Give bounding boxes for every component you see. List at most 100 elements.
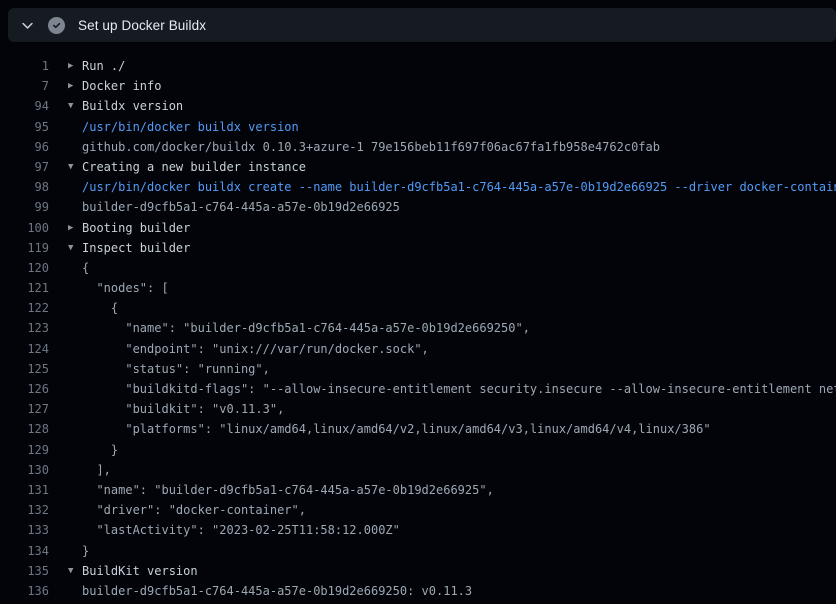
chevron-down-icon: ▼	[68, 561, 82, 581]
line-number[interactable]: 97	[0, 157, 49, 177]
log-line: 134 }	[0, 541, 836, 561]
arrow-placeholder	[68, 258, 82, 278]
log-line: 95 /usr/bin/docker buildx version	[0, 117, 836, 137]
line-number[interactable]: 126	[0, 379, 49, 399]
log-line-text: "name": "builder-d9cfb5a1-c764-445a-a57e…	[82, 480, 494, 500]
log-line: 122 {	[0, 298, 836, 318]
chevron-down-icon: ▼	[68, 157, 82, 177]
log-line[interactable]: 94 ▼ Buildx version	[0, 96, 836, 116]
step-title: Set up Docker Buildx	[78, 18, 206, 33]
log-line-text: builder-d9cfb5a1-c764-445a-a57e-0b19d2e6…	[82, 197, 400, 217]
arrow-placeholder	[68, 117, 82, 137]
log-line: 132 "driver": "docker-container",	[0, 500, 836, 520]
line-number[interactable]: 131	[0, 480, 49, 500]
line-number[interactable]: 122	[0, 298, 49, 318]
line-number[interactable]: 124	[0, 339, 49, 359]
log-line-text: {	[82, 258, 89, 278]
log-line: 133 "lastActivity": "2023-02-25T11:58:12…	[0, 520, 836, 540]
line-number[interactable]: 98	[0, 177, 49, 197]
log-line: 98 /usr/bin/docker buildx create --name …	[0, 177, 836, 197]
line-number[interactable]: 134	[0, 541, 49, 561]
log-line[interactable]: 100 ▶ Booting builder	[0, 218, 836, 238]
chevron-down-icon: ▼	[68, 96, 82, 116]
log-line-text: {	[82, 298, 118, 318]
arrow-placeholder	[68, 339, 82, 359]
line-number[interactable]: 119	[0, 238, 49, 258]
log-line: 99 builder-d9cfb5a1-c764-445a-a57e-0b19d…	[0, 197, 836, 217]
log-line-text: "name": "builder-d9cfb5a1-c764-445a-a57e…	[82, 318, 530, 338]
line-number[interactable]: 130	[0, 460, 49, 480]
line-number[interactable]: 135	[0, 561, 49, 581]
log-line-text: /usr/bin/docker buildx create --name bui…	[82, 177, 836, 197]
log-line[interactable]: 135 ▼ BuildKit version	[0, 561, 836, 581]
log-line-text: "endpoint": "unix:///var/run/docker.sock…	[82, 339, 429, 359]
arrow-placeholder	[68, 419, 82, 439]
log-line-text: Buildx version	[82, 96, 183, 116]
line-number[interactable]: 100	[0, 218, 49, 238]
arrow-placeholder	[68, 177, 82, 197]
log-line-text: "platforms": "linux/amd64,linux/amd64/v2…	[82, 419, 711, 439]
line-number[interactable]: 125	[0, 359, 49, 379]
log-line-text: Inspect builder	[82, 238, 190, 258]
log-line: 120 {	[0, 258, 836, 278]
line-number[interactable]: 7	[0, 76, 49, 96]
line-number[interactable]: 95	[0, 117, 49, 137]
log-line-text: Run ./	[82, 56, 125, 76]
log-line-text: BuildKit version	[82, 561, 198, 581]
log-line: 130 ],	[0, 460, 836, 480]
arrow-placeholder	[68, 541, 82, 561]
log-line[interactable]: 97 ▼ Creating a new builder instance	[0, 157, 836, 177]
log-line: 129 }	[0, 440, 836, 460]
log-line: 96 github.com/docker/buildx 0.10.3+azure…	[0, 137, 836, 157]
step-header[interactable]: Set up Docker Buildx	[8, 8, 836, 42]
chevron-right-icon: ▶	[68, 76, 82, 96]
log-line: 127 "buildkit": "v0.11.3",	[0, 399, 836, 419]
arrow-placeholder	[68, 440, 82, 460]
line-number[interactable]: 96	[0, 137, 49, 157]
line-number[interactable]: 1	[0, 56, 49, 76]
line-number[interactable]: 136	[0, 581, 49, 601]
arrow-placeholder	[68, 500, 82, 520]
line-number[interactable]: 127	[0, 399, 49, 419]
line-number[interactable]: 133	[0, 520, 49, 540]
arrow-placeholder	[68, 399, 82, 419]
arrow-placeholder	[68, 520, 82, 540]
line-number[interactable]: 99	[0, 197, 49, 217]
log-line-text: Booting builder	[82, 218, 190, 238]
arrow-placeholder	[68, 278, 82, 298]
line-number[interactable]: 129	[0, 440, 49, 460]
arrow-placeholder	[68, 137, 82, 157]
log-line: 123 "name": "builder-d9cfb5a1-c764-445a-…	[0, 318, 836, 338]
log-line: 124 "endpoint": "unix:///var/run/docker.…	[0, 339, 836, 359]
log-line-text: ],	[82, 460, 111, 480]
log-line-text: "status": "running",	[82, 359, 270, 379]
log-line-text: "nodes": [	[82, 278, 169, 298]
line-number[interactable]: 120	[0, 258, 49, 278]
log-line[interactable]: 7 ▶ Docker info	[0, 76, 836, 96]
log-line-text: /usr/bin/docker buildx version	[82, 117, 299, 137]
log-line: 125 "status": "running",	[0, 359, 836, 379]
arrow-placeholder	[68, 197, 82, 217]
log-line-text: "buildkit": "v0.11.3",	[82, 399, 284, 419]
log-line-text: Docker info	[82, 76, 161, 96]
arrow-placeholder	[68, 298, 82, 318]
log-line-text: Creating a new builder instance	[82, 157, 306, 177]
log-line-text: "driver": "docker-container",	[82, 500, 306, 520]
line-number[interactable]: 121	[0, 278, 49, 298]
log-line-text: builder-d9cfb5a1-c764-445a-a57e-0b19d2e6…	[82, 581, 472, 601]
line-number[interactable]: 132	[0, 500, 49, 520]
arrow-placeholder	[68, 318, 82, 338]
log-line: 126 "buildkitd-flags": "--allow-insecure…	[0, 379, 836, 399]
log-line-text: github.com/docker/buildx 0.10.3+azure-1 …	[82, 137, 660, 157]
chevron-down-icon[interactable]	[19, 17, 35, 33]
log-line-text: }	[82, 440, 118, 460]
line-number[interactable]: 123	[0, 318, 49, 338]
line-number[interactable]: 94	[0, 96, 49, 116]
log-viewer: Set up Docker Buildx 1 ▶ Run ./ 7 ▶ Dock…	[0, 0, 836, 604]
log-line[interactable]: 119 ▼ Inspect builder	[0, 238, 836, 258]
chevron-down-icon: ▼	[68, 238, 82, 258]
log-line[interactable]: 1 ▶ Run ./	[0, 56, 836, 76]
line-number[interactable]: 128	[0, 419, 49, 439]
log-line-text: "lastActivity": "2023-02-25T11:58:12.000…	[82, 520, 400, 540]
log-line: 128 "platforms": "linux/amd64,linux/amd6…	[0, 419, 836, 439]
